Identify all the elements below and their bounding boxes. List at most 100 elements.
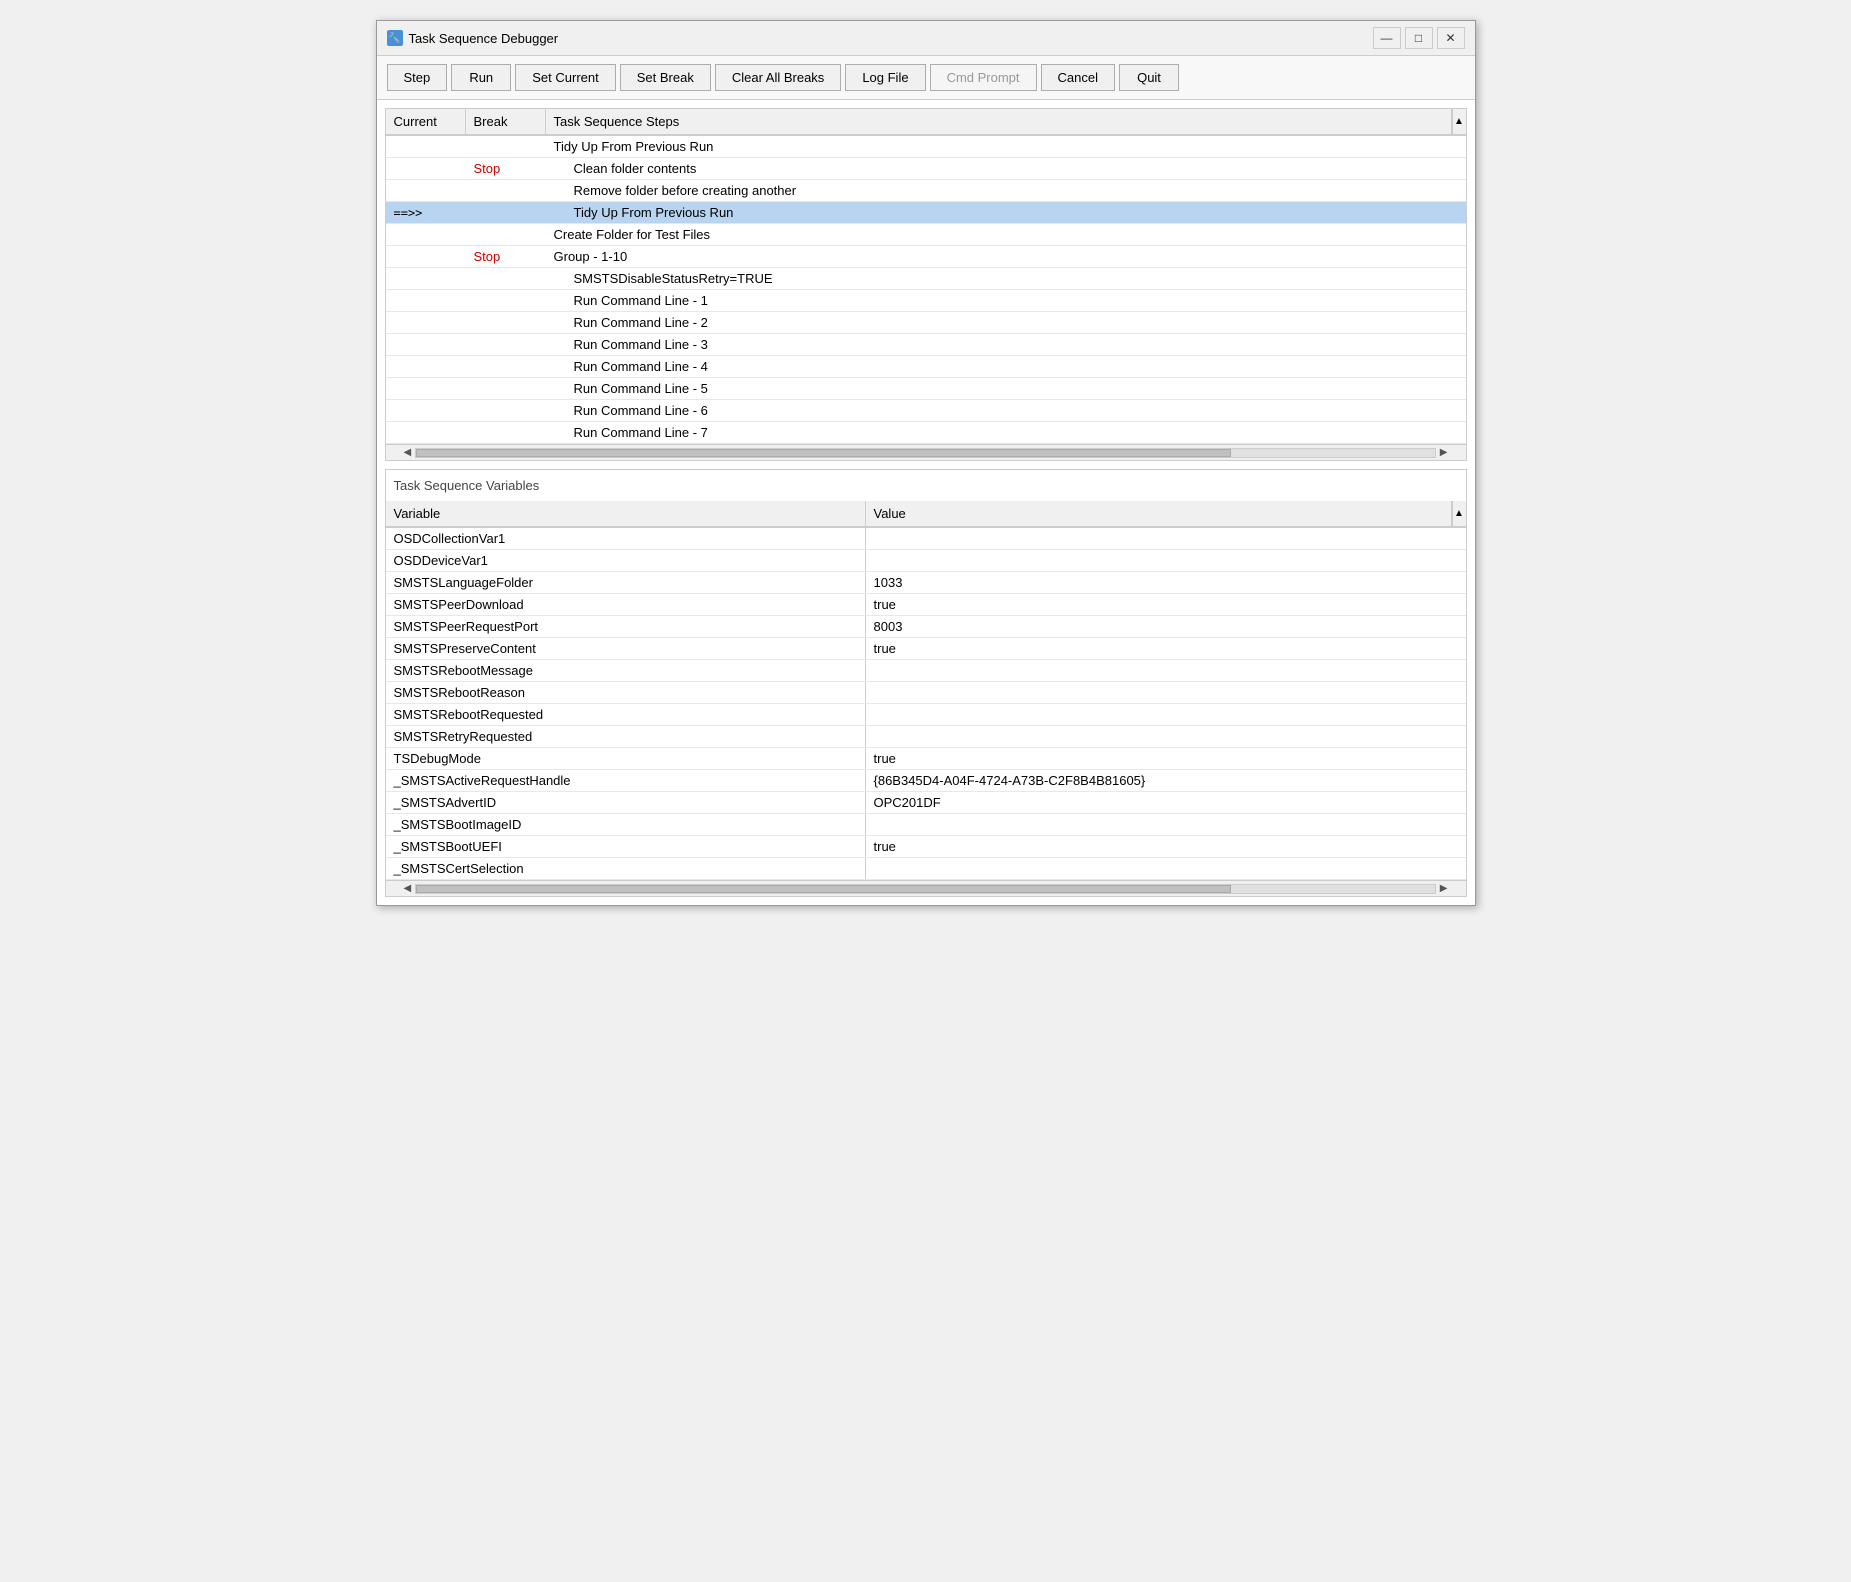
variable-row[interactable]: SMSTSRebootRequested bbox=[386, 704, 1466, 726]
cell-current bbox=[386, 188, 466, 194]
cell-current bbox=[386, 430, 466, 436]
var-scroll-right-icon[interactable]: ▶ bbox=[1436, 883, 1452, 894]
sequence-panel: Current Break Task Sequence Steps ▲ Tidy… bbox=[385, 108, 1467, 461]
app-icon: 🔧 bbox=[387, 30, 403, 46]
horizontal-scrollbar[interactable]: ◀ ▶ bbox=[386, 444, 1466, 460]
scroll-track[interactable] bbox=[415, 448, 1436, 458]
cell-variable-value: true bbox=[866, 836, 1466, 857]
var-scroll-left-icon[interactable]: ◀ bbox=[400, 883, 416, 894]
var-scroll-thumb[interactable] bbox=[416, 885, 1231, 893]
cell-break bbox=[466, 364, 546, 370]
cell-current bbox=[386, 144, 466, 150]
variable-row[interactable]: TSDebugModetrue bbox=[386, 748, 1466, 770]
variable-row[interactable]: SMSTSPeerRequestPort8003 bbox=[386, 616, 1466, 638]
sequence-row[interactable]: Run Command Line - 2 bbox=[386, 312, 1466, 334]
cell-variable-name: _SMSTSBootImageID bbox=[386, 814, 866, 835]
cell-current bbox=[386, 364, 466, 370]
scroll-up-icon[interactable]: ▲ bbox=[1452, 109, 1466, 134]
set-current-button[interactable]: Set Current bbox=[515, 64, 615, 91]
variable-row[interactable]: OSDCollectionVar1 bbox=[386, 528, 1466, 550]
cell-variable-name: SMSTSPeerRequestPort bbox=[386, 616, 866, 637]
cell-break bbox=[466, 210, 546, 216]
title-bar-left: 🔧 Task Sequence Debugger bbox=[387, 30, 559, 46]
variable-row[interactable]: _SMSTSBootUEFItrue bbox=[386, 836, 1466, 858]
cell-variable-name: _SMSTSAdvertID bbox=[386, 792, 866, 813]
cell-step: Run Command Line - 3 bbox=[546, 334, 1466, 355]
cell-variable-value bbox=[866, 690, 1466, 696]
variable-row[interactable]: SMSTSPeerDownloadtrue bbox=[386, 594, 1466, 616]
cell-break bbox=[466, 430, 546, 436]
cell-break: Stop bbox=[466, 158, 546, 179]
variable-row[interactable]: _SMSTSAdvertIDOPC201DF bbox=[386, 792, 1466, 814]
window-controls: — □ ✕ bbox=[1373, 27, 1465, 49]
cell-variable-name: SMSTSRebootReason bbox=[386, 682, 866, 703]
variables-grid-body[interactable]: OSDCollectionVar1OSDDeviceVar1SMSTSLangu… bbox=[386, 528, 1466, 880]
variable-row[interactable]: _SMSTSBootImageID bbox=[386, 814, 1466, 836]
sequence-row[interactable]: Run Command Line - 6 bbox=[386, 400, 1466, 422]
header-steps: Task Sequence Steps bbox=[546, 109, 1452, 134]
variable-row[interactable]: SMSTSRetryRequested bbox=[386, 726, 1466, 748]
variables-panel: Task Sequence Variables Variable Value ▲… bbox=[385, 469, 1467, 897]
cell-step: Run Command Line - 4 bbox=[546, 356, 1466, 377]
cell-variable-value: true bbox=[866, 748, 1466, 769]
cell-variable-name: SMSTSRetryRequested bbox=[386, 726, 866, 747]
sequence-row[interactable]: Run Command Line - 4 bbox=[386, 356, 1466, 378]
sequence-row[interactable]: StopGroup - 1-10 bbox=[386, 246, 1466, 268]
quit-button[interactable]: Quit bbox=[1119, 64, 1179, 91]
scroll-thumb[interactable] bbox=[416, 449, 1231, 457]
sequence-row[interactable]: SMSTSDisableStatusRetry=TRUE bbox=[386, 268, 1466, 290]
cell-variable-name: SMSTSLanguageFolder bbox=[386, 572, 866, 593]
cancel-button[interactable]: Cancel bbox=[1041, 64, 1115, 91]
variable-row[interactable]: _SMSTSActiveRequestHandle{86B345D4-A04F-… bbox=[386, 770, 1466, 792]
variable-row[interactable]: _SMSTSCertSelection bbox=[386, 858, 1466, 880]
variable-row[interactable]: OSDDeviceVar1 bbox=[386, 550, 1466, 572]
scroll-left-icon[interactable]: ◀ bbox=[400, 447, 416, 458]
run-button[interactable]: Run bbox=[451, 64, 511, 91]
variable-row[interactable]: SMSTSPreserveContenttrue bbox=[386, 638, 1466, 660]
sequence-row[interactable]: Run Command Line - 7 bbox=[386, 422, 1466, 444]
cell-break bbox=[466, 188, 546, 194]
header-value: Value bbox=[866, 501, 1452, 526]
sequence-grid-header: Current Break Task Sequence Steps ▲ bbox=[386, 109, 1466, 136]
cell-variable-value: 8003 bbox=[866, 616, 1466, 637]
variable-row[interactable]: SMSTSRebootReason bbox=[386, 682, 1466, 704]
minimize-button[interactable]: — bbox=[1373, 27, 1401, 49]
clear-all-breaks-button[interactable]: Clear All Breaks bbox=[715, 64, 841, 91]
maximize-button[interactable]: □ bbox=[1405, 27, 1433, 49]
var-scroll-up-icon[interactable]: ▲ bbox=[1452, 501, 1466, 526]
cell-step: Run Command Line - 2 bbox=[546, 312, 1466, 333]
sequence-row[interactable]: Run Command Line - 5 bbox=[386, 378, 1466, 400]
sequence-row[interactable]: Tidy Up From Previous Run bbox=[386, 136, 1466, 158]
sequence-grid-body[interactable]: Tidy Up From Previous RunStopClean folde… bbox=[386, 136, 1466, 444]
sequence-row[interactable]: Run Command Line - 3 bbox=[386, 334, 1466, 356]
sequence-row[interactable]: Remove folder before creating another bbox=[386, 180, 1466, 202]
sequence-row[interactable]: ==>>Tidy Up From Previous Run bbox=[386, 202, 1466, 224]
sequence-row[interactable]: Run Command Line - 1 bbox=[386, 290, 1466, 312]
set-break-button[interactable]: Set Break bbox=[620, 64, 711, 91]
header-break: Break bbox=[466, 109, 546, 134]
cell-variable-name: OSDCollectionVar1 bbox=[386, 528, 866, 549]
cell-variable-name: SMSTSPeerDownload bbox=[386, 594, 866, 615]
cell-break bbox=[466, 408, 546, 414]
cell-variable-name: _SMSTSBootUEFI bbox=[386, 836, 866, 857]
variable-row[interactable]: SMSTSLanguageFolder1033 bbox=[386, 572, 1466, 594]
variable-row[interactable]: SMSTSRebootMessage bbox=[386, 660, 1466, 682]
variables-horizontal-scrollbar[interactable]: ◀ ▶ bbox=[386, 880, 1466, 896]
cell-break: Stop bbox=[466, 246, 546, 267]
scroll-right-icon[interactable]: ▶ bbox=[1436, 447, 1452, 458]
cell-variable-value bbox=[866, 558, 1466, 564]
cell-step: Create Folder for Test Files bbox=[546, 224, 1466, 245]
header-variable: Variable bbox=[386, 501, 866, 526]
cell-current bbox=[386, 232, 466, 238]
sequence-row[interactable]: Create Folder for Test Files bbox=[386, 224, 1466, 246]
log-file-button[interactable]: Log File bbox=[845, 64, 925, 91]
close-button[interactable]: ✕ bbox=[1437, 27, 1465, 49]
sequence-row[interactable]: StopClean folder contents bbox=[386, 158, 1466, 180]
cell-break bbox=[466, 144, 546, 150]
cell-break bbox=[466, 232, 546, 238]
cell-current bbox=[386, 166, 466, 172]
step-button[interactable]: Step bbox=[387, 64, 448, 91]
variables-grid: Variable Value ▲ OSDCollectionVar1OSDDev… bbox=[386, 501, 1466, 896]
cell-current: ==>> bbox=[386, 203, 466, 223]
var-scroll-track[interactable] bbox=[415, 884, 1436, 894]
